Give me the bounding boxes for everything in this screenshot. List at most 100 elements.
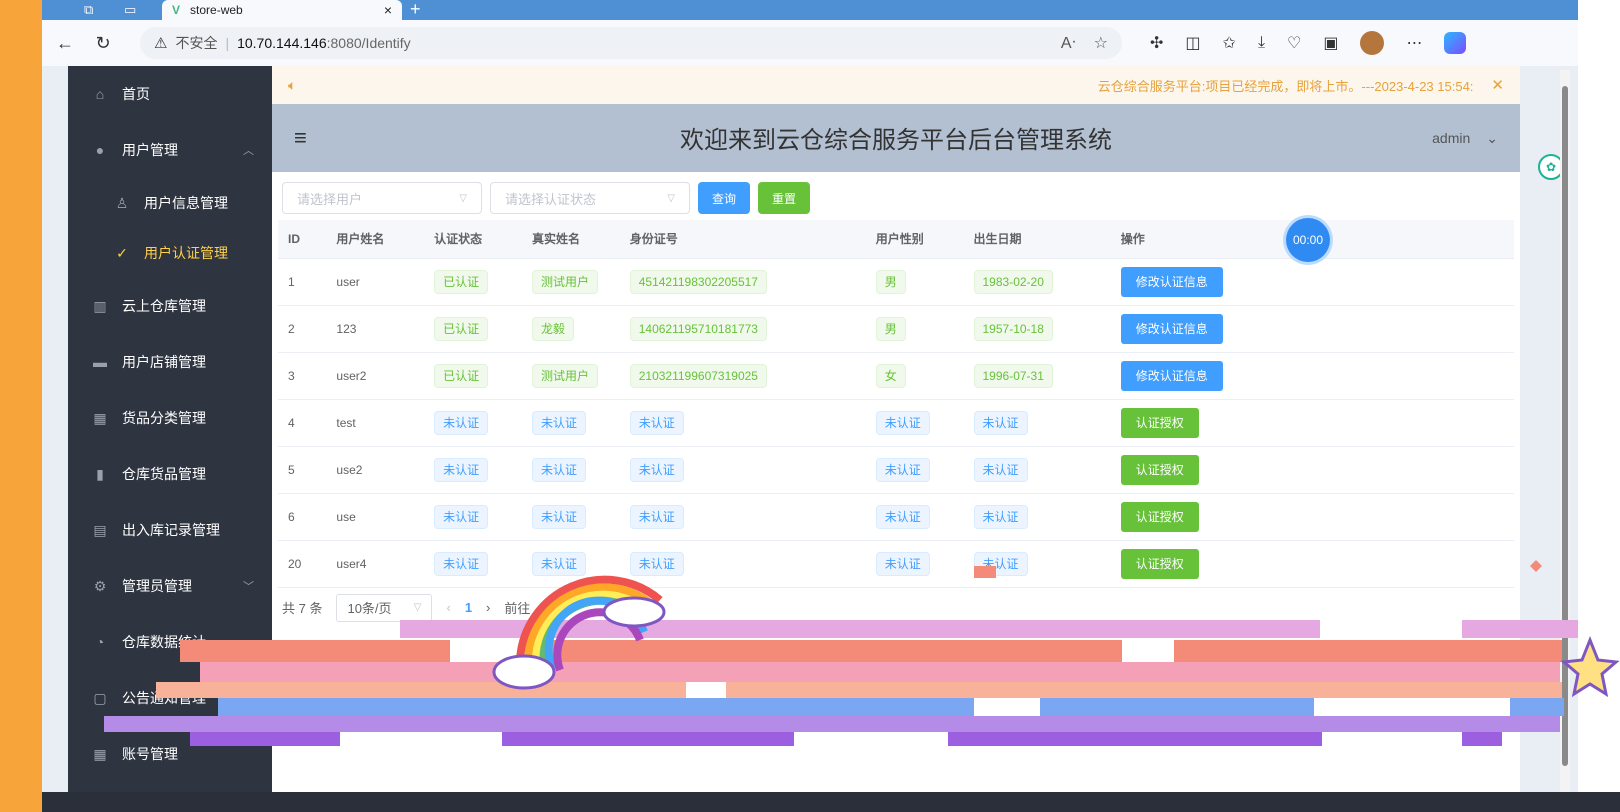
page-header: ≡ 欢迎来到云仓综合服务平台后台管理系统 admin ⌄ [272,104,1520,172]
split-screen-icon[interactable]: ◫ [1185,33,1200,53]
table-cell: 140621195710181773 [619,305,866,353]
table-cell: 未认证 [963,493,1111,541]
chevron-down-icon: ▽ [459,192,467,204]
sidebar-item[interactable]: ▦ 账号管理 [68,726,272,782]
table-cell: user4 [326,540,425,588]
sidebar-item[interactable]: ⌂ 首页 [68,66,272,122]
health-icon[interactable]: ♡ [1287,33,1301,53]
page-suffix: 页 [544,601,558,616]
desktop-left-strip [0,0,42,812]
real-name-value: 未认证 [531,410,586,435]
gender-value: 未认证 [875,504,930,529]
refresh-icon[interactable]: ↻ [92,33,114,54]
sidebar-item[interactable]: ● 用户管理 ︿ [68,122,272,178]
query-button[interactable]: 查询 [698,182,751,214]
browser-tab[interactable]: V store-web × [162,0,402,20]
id-value: 20 [288,556,302,571]
sidebar-item-label: 用户管理 [122,142,178,158]
extensions-icon[interactable]: ✣ [1150,33,1163,53]
grid-icon: ▦ [93,745,107,762]
edge-collections-icon[interactable]: ▣ [1323,33,1338,53]
authorize-button[interactable]: 认证授权 [1120,548,1199,579]
id-value: 5 [288,462,295,477]
profile-avatar[interactable] [1360,31,1385,55]
notice-bar: 🔈︎ 云仓综合服务平台:项目已经完成，即将上市。---2023-4-23 15:… [272,66,1520,104]
download-icon[interactable]: ⤓ [1258,34,1265,52]
sidebar-item[interactable]: ▢ 公告通知管理 [68,670,272,726]
status-value: 未认证 [434,551,489,576]
page-scrollbar[interactable] [1560,70,1570,792]
real-name-value: 测试用户 [531,363,598,388]
sidebar-item[interactable]: ♙ 用户信息管理 [68,178,272,228]
table-row: 1 user 已认证 测试用户 451421198302205517 男 1983-02-2… [278,258,1514,306]
table-cell: 未认证 [521,540,620,588]
column-header: 用户性别 [865,220,964,259]
sidebar-item[interactable]: ⚙ 管理员管理 ﹀ [68,558,272,614]
sidebar-item-label: 用户认证管理 [144,245,228,261]
reset-button[interactable]: 重置 [758,182,811,214]
sidebar-item[interactable]: ▥ 云上仓库管理 [68,278,272,334]
real-name-value: 未认证 [531,504,586,529]
edit-auth-button[interactable]: 修改认证信息 [1120,360,1223,391]
table-cell: 123 [326,305,425,353]
grid-icon: ▦ [93,409,107,426]
shop-icon: ▬ [93,354,107,370]
notice-text: 云仓综合服务平台:项目已经完成，即将上市。---2023-4-23 15:54: [1097,78,1474,94]
user-select[interactable]: 请选择用户 ▽ [282,182,482,214]
table-cell: 5 [278,446,327,494]
tab-actions-icon[interactable]: ▭ [124,2,136,18]
status-select[interactable]: 请选择认证状态 ▽ [490,182,690,214]
table-cell: 未认证 [424,446,522,494]
sidebar-item-label: 用户店铺管理 [122,354,206,370]
birth-value: 1957-10-18 [973,316,1053,341]
footer-text: 代码开发 202 [863,709,929,721]
name-value: 123 [336,321,357,336]
favorites-icon[interactable]: ✩ [1223,33,1236,53]
close-icon[interactable]: ✕ [1491,76,1504,94]
real-name-value: 未认证 [531,551,586,576]
authorize-button[interactable]: 认证授权 [1120,407,1199,438]
authorize-button[interactable]: 认证授权 [1120,454,1199,485]
page-size-select[interactable]: 10条/页 ▽ [336,593,433,622]
real-name-value: 测试用户 [531,269,598,294]
favorite-star-icon[interactable]: ☆ [1094,33,1108,53]
authorize-button[interactable]: 认证授权 [1120,501,1199,532]
table-row: 3 user2 已认证 测试用户 210321199607319025 女 1996-07-… [278,352,1514,400]
table-cell: 未认证 [424,540,522,588]
sidebar-item[interactable]: ▬ 用户店铺管理 [68,334,272,390]
status-value: 未认证 [434,410,489,435]
sidebar-item[interactable]: ▮ 仓库货品管理 [68,446,272,502]
edit-auth-button[interactable]: 修改认证信息 [1120,313,1223,344]
prev-page-icon[interactable]: ‹ [446,600,450,615]
address-bar-row: ← ↻ ⚠ 不安全 | 10.70.144.146:8080/Identify … [42,20,1578,66]
new-tab-icon[interactable]: + [410,0,421,20]
url-input[interactable]: ⚠ 不安全 | 10.70.144.146:8080/Identify Aᐧ ☆ [140,27,1122,59]
gear-icon: ⚙ [93,577,107,594]
table-cell: 20 [278,540,327,588]
status-value: 已认证 [434,316,489,341]
sidebar-item[interactable]: ▤ 出入库记录管理 [68,502,272,558]
sidebar-item[interactable]: ▦ 货品分类管理 [68,390,272,446]
copilot-icon[interactable] [1444,32,1467,54]
table-cell: 已认证 [424,305,522,353]
current-page[interactable]: 1 [465,600,472,615]
name-value: use2 [336,462,363,477]
table-cell: 未认证 [424,399,522,447]
back-icon[interactable]: ← [54,33,76,54]
id-value: 6 [288,509,295,524]
workspaces-icon[interactable]: ⧉ [84,2,93,18]
scrollbar-thumb[interactable] [1562,86,1568,766]
gender-value: 男 [875,316,906,341]
clipboard-icon: ▤ [93,521,107,538]
close-tab-icon[interactable]: × [384,2,392,18]
edit-auth-button[interactable]: 修改认证信息 [1120,266,1223,297]
sidebar-item[interactable]: ✓ 用户认证管理 [68,228,272,278]
browser-tab-bar: ⧉ ▭ V store-web × + [42,0,1578,20]
sidebar-item[interactable]: ◔ 仓库数据统计 [68,614,272,670]
more-menu-icon[interactable]: ⋯ [1406,33,1422,53]
recording-timer[interactable]: 00:00 [1286,218,1330,262]
pie-chart-icon: ◔ [95,634,105,650]
table-row: 4 test 未认证 未认证 未认证 未认证 未认证 认证授权 [278,399,1514,447]
read-aloud-icon[interactable]: Aᐧ [1061,33,1076,53]
next-page-icon[interactable]: › [486,600,490,615]
